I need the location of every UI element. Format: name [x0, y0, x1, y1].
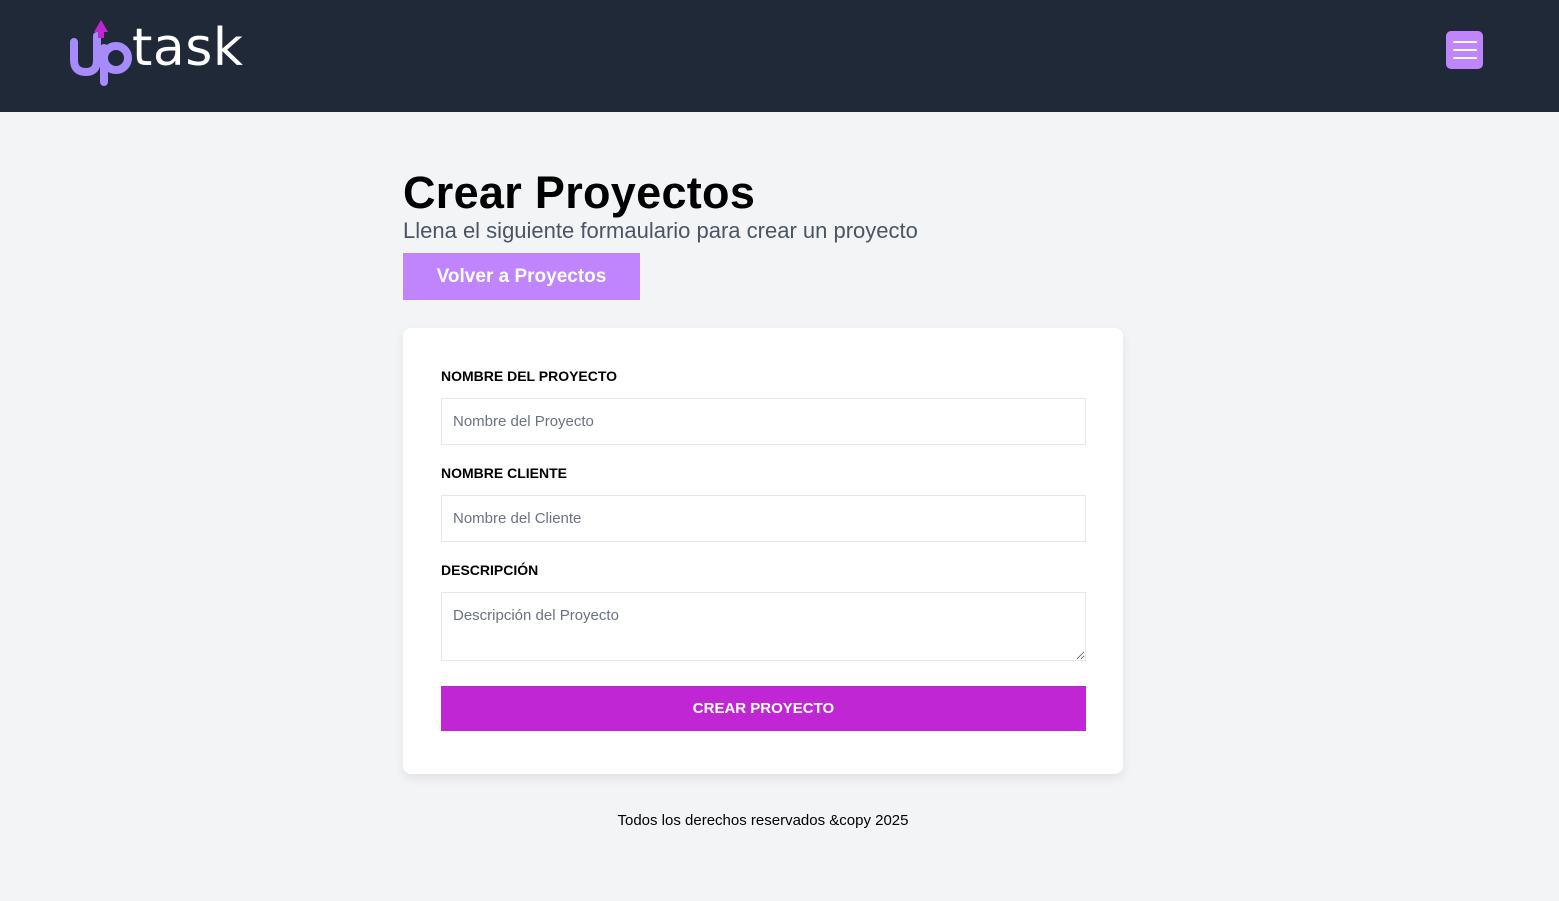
hamburger-menu-icon: [1452, 41, 1477, 43]
project-name-field: Nombre del Proyecto: [441, 368, 1086, 445]
hamburger-menu-icon-bar: [1452, 57, 1477, 59]
hamburger-menu-icon-bar: [1452, 49, 1477, 51]
project-name-input[interactable]: [441, 398, 1086, 445]
description-textarea[interactable]: [441, 592, 1086, 661]
client-name-field: Nombre Cliente: [441, 465, 1086, 542]
page-subtitle: Llena el siguiente formaulario para crea…: [403, 218, 918, 243]
description-field: Descripción: [441, 562, 1086, 661]
logo-text: task: [132, 18, 244, 78]
main-content: Crear Proyectos Llena el siguiente forma…: [403, 112, 1123, 774]
description-label: Descripción: [441, 562, 539, 578]
create-project-button[interactable]: Crear Proyecto: [441, 686, 1086, 731]
uptask-logo[interactable]: task: [66, 16, 266, 88]
back-to-projects-button[interactable]: Volver a Proyectos: [403, 253, 640, 300]
footer: Todos los derechos reservados &copy 2025: [0, 812, 1526, 829]
client-name-label: Nombre Cliente: [441, 465, 567, 481]
client-name-input[interactable]: [441, 495, 1086, 542]
hamburger-menu-button[interactable]: [1446, 31, 1483, 69]
project-name-label: Nombre del Proyecto: [441, 368, 618, 384]
copyright-text: Todos los derechos reservados &copy 2025: [617, 812, 909, 829]
page-title: Crear Proyectos: [403, 167, 756, 218]
app-header: task: [0, 0, 1559, 112]
create-project-form: Nombre del Proyecto Nombre Cliente Descr…: [403, 328, 1123, 774]
